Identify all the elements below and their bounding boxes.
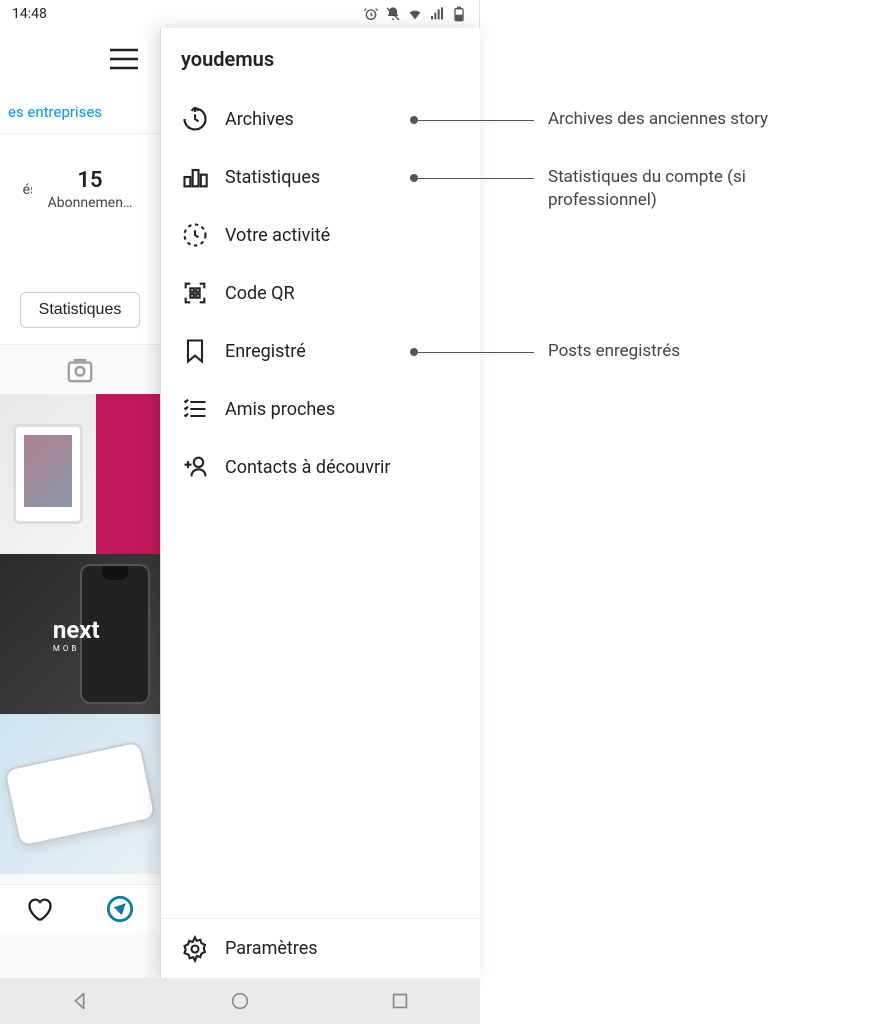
statistics-button[interactable]: Statistiques — [20, 292, 141, 328]
post2-brand: next — [53, 616, 107, 644]
drawer-item-label: Enregistré — [225, 341, 306, 362]
drawer-settings[interactable]: Paramètres — [161, 918, 480, 978]
drawer-item-label: Contacts à découvrir — [225, 457, 391, 478]
drawer-item-label: Amis proches — [225, 399, 335, 420]
nav-recent-icon[interactable] — [389, 990, 411, 1012]
drawer-item-label: Archives — [225, 109, 294, 130]
bio-link[interactable]: es entreprises — [0, 90, 160, 134]
drawer-item-archives[interactable]: Archives — [161, 90, 480, 148]
stats-row: és 15 Abonnemen… — [0, 134, 160, 244]
post-thumbnail-3[interactable] — [0, 714, 160, 874]
discover-people-icon — [181, 453, 209, 481]
tagged-tab[interactable] — [0, 344, 160, 394]
stat-left-label: és — [20, 182, 32, 198]
profile-bottom-bar — [0, 884, 160, 932]
drawer-item-statistics[interactable]: Statistiques — [161, 148, 480, 206]
compass-icon[interactable] — [106, 895, 134, 923]
battery-icon — [451, 6, 467, 22]
hamburger-icon — [108, 47, 140, 71]
drawer-item-saved[interactable]: Enregistré — [161, 322, 480, 380]
alarm-icon — [363, 6, 379, 22]
status-bar: 14:48 — [0, 0, 479, 28]
stat-left[interactable]: és — [12, 180, 32, 198]
settings-icon — [181, 935, 209, 963]
stats-icon — [181, 163, 209, 191]
post-thumbnail-2[interactable]: next MOBILES — [0, 554, 160, 714]
drawer-items: Archives Statistiques Votre activité Cod… — [161, 90, 480, 918]
phone-frame: 14:48 es entreprises és 15 Abonnemen… St… — [0, 0, 480, 1024]
drawer-item-activity[interactable]: Votre activité — [161, 206, 480, 264]
annotation-saved: Posts enregistrés — [548, 340, 848, 363]
annotation-line — [414, 178, 534, 179]
drawer-username: youdemus — [161, 28, 480, 90]
activity-icon — [181, 221, 209, 249]
button-row: Statistiques — [0, 244, 160, 344]
status-icons — [363, 6, 467, 22]
stat-label: Abonnemen… — [40, 195, 140, 211]
drawer-item-discover[interactable]: Contacts à découvrir — [161, 438, 480, 496]
drawer-item-qr[interactable]: Code QR — [161, 264, 480, 322]
menu-button[interactable] — [0, 28, 160, 90]
bell-off-icon — [385, 6, 401, 22]
close-friends-icon — [181, 395, 209, 423]
drawer-footer-label: Paramètres — [225, 938, 318, 959]
bookmark-icon — [181, 337, 209, 365]
drawer-item-label: Statistiques — [225, 167, 320, 188]
annotation-archives: Archives des anciennes story — [548, 108, 848, 131]
tagged-icon — [65, 355, 95, 385]
android-nav-bar — [0, 978, 480, 1024]
posts-grid: next MOBILES — [0, 394, 160, 874]
annotations: Archives des anciennes story Statistique… — [480, 0, 873, 1024]
stat-following[interactable]: 15 Abonnemen… — [32, 168, 148, 211]
drawer-item-close-friends[interactable]: Amis proches — [161, 380, 480, 438]
wifi-icon — [407, 6, 423, 22]
status-time: 14:48 — [12, 6, 47, 22]
post-thumbnail-1[interactable] — [0, 394, 160, 554]
signal-icon — [429, 6, 445, 22]
stat-count: 15 — [40, 168, 140, 193]
drawer-item-label: Votre activité — [225, 225, 330, 246]
nav-back-icon[interactable] — [69, 990, 91, 1012]
heart-icon[interactable] — [26, 895, 54, 923]
annotation-line — [414, 352, 534, 353]
annotation-stats: Statistiques du compte (si professionnel… — [548, 166, 808, 212]
annotation-line — [414, 120, 534, 121]
bio-link-text: es entreprises — [8, 103, 102, 121]
side-drawer: youdemus Archives Statistiques Votre act… — [160, 28, 480, 978]
profile-screen: es entreprises és 15 Abonnemen… Statisti… — [0, 28, 160, 978]
drawer-item-label: Code QR — [225, 283, 295, 304]
archive-icon — [181, 105, 209, 133]
qr-icon — [181, 279, 209, 307]
nav-home-icon[interactable] — [229, 990, 251, 1012]
